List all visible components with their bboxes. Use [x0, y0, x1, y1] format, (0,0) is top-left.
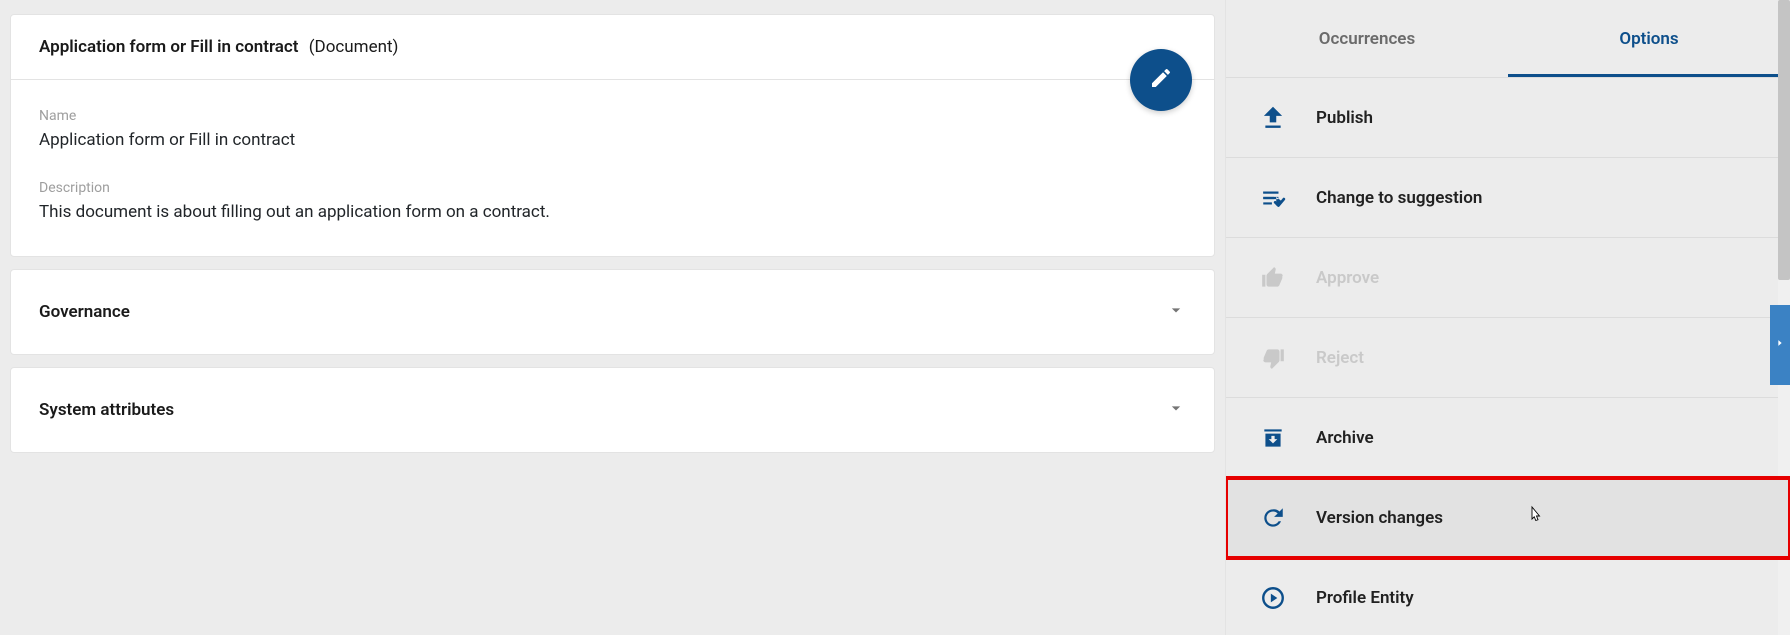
- cursor-pointer-icon: [1526, 505, 1544, 531]
- option-version-changes-label: Version changes: [1316, 508, 1443, 528]
- option-profile-entity[interactable]: Profile Entity: [1226, 558, 1790, 635]
- main-content: Application form or Fill in contract (Do…: [0, 0, 1225, 635]
- option-version-changes[interactable]: Version changes: [1226, 478, 1790, 558]
- publish-icon: [1248, 105, 1298, 131]
- chevron-down-icon: [1166, 398, 1186, 422]
- description-value: This document is about filling out an ap…: [39, 202, 1186, 222]
- scrollbar-thumb[interactable]: [1778, 0, 1790, 280]
- name-value: Application form or Fill in contract: [39, 130, 1186, 150]
- archive-icon: [1248, 425, 1298, 451]
- system-attributes-accordion[interactable]: System attributes: [10, 367, 1215, 453]
- card-header: Application form or Fill in contract (Do…: [11, 15, 1214, 80]
- thumbs-up-icon: [1248, 265, 1298, 291]
- document-type: (Document): [309, 37, 399, 57]
- governance-accordion[interactable]: Governance: [10, 269, 1215, 355]
- option-approve-label: Approve: [1316, 268, 1379, 288]
- governance-title: Governance: [39, 302, 130, 322]
- system-attributes-title: System attributes: [39, 400, 174, 420]
- option-publish[interactable]: Publish: [1226, 78, 1790, 158]
- pencil-icon: [1149, 66, 1173, 94]
- option-profile-entity-label: Profile Entity: [1316, 588, 1414, 608]
- edit-button[interactable]: [1130, 49, 1192, 111]
- option-approve: Approve: [1226, 238, 1790, 318]
- option-reject-label: Reject: [1316, 348, 1364, 368]
- document-title: Application form or Fill in contract: [39, 37, 298, 57]
- sidebar-tabs: Occurrences Options: [1226, 0, 1790, 78]
- description-label: Description: [39, 180, 1186, 196]
- option-reject: Reject: [1226, 318, 1790, 398]
- name-label: Name: [39, 108, 1186, 124]
- thumbs-down-icon: [1248, 345, 1298, 371]
- option-archive[interactable]: Archive: [1226, 398, 1790, 478]
- option-change-suggestion[interactable]: Change to suggestion: [1226, 158, 1790, 238]
- chevron-down-icon: [1166, 300, 1186, 324]
- tab-options-label: Options: [1619, 29, 1678, 49]
- tab-occurrences[interactable]: Occurrences: [1226, 0, 1508, 77]
- details-card: Application form or Fill in contract (Do…: [10, 14, 1215, 257]
- option-archive-label: Archive: [1316, 428, 1374, 448]
- chevron-right-icon: [1775, 335, 1785, 355]
- version-changes-icon: [1248, 505, 1298, 531]
- profile-entity-icon: [1248, 585, 1298, 611]
- tab-options[interactable]: Options: [1508, 0, 1790, 77]
- card-body: Name Application form or Fill in contrac…: [11, 80, 1214, 256]
- sidebar: Occurrences Options Publish Change to su…: [1225, 0, 1790, 635]
- options-list: Publish Change to suggestion Approve Rej…: [1226, 78, 1790, 635]
- tab-occurrences-label: Occurrences: [1319, 29, 1415, 49]
- option-publish-label: Publish: [1316, 108, 1373, 128]
- suggestion-icon: [1248, 185, 1298, 211]
- collapse-sidebar-button[interactable]: [1770, 305, 1790, 385]
- option-change-suggestion-label: Change to suggestion: [1316, 188, 1482, 208]
